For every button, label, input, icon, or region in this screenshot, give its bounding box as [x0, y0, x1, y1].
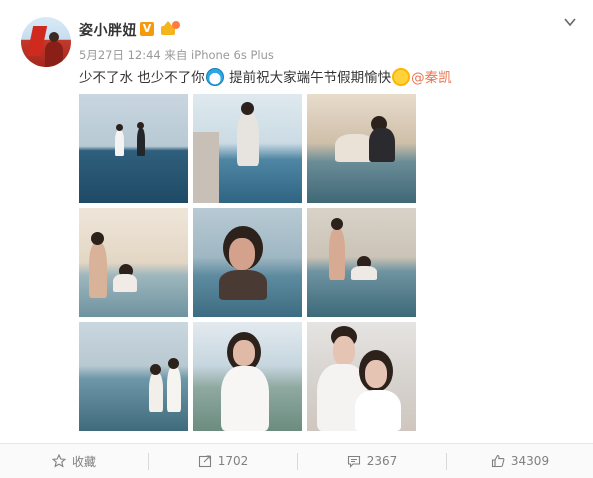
chevron-down-icon[interactable] [563, 15, 577, 29]
photo-8[interactable] [193, 322, 302, 431]
share-icon [198, 455, 211, 468]
post-timestamp[interactable]: 5月27日 12:44 [79, 48, 161, 62]
thumbs-up-icon [491, 454, 505, 468]
star-icon [51, 454, 66, 468]
photo-7[interactable] [79, 322, 188, 431]
member-crown-icon [160, 21, 180, 37]
comment-icon [347, 455, 360, 468]
photo-1[interactable] [79, 94, 188, 203]
photo-6[interactable] [307, 208, 416, 317]
like-button[interactable]: 34309 [447, 444, 593, 478]
photo-grid [79, 94, 416, 431]
avatar[interactable] [21, 17, 71, 67]
author-name[interactable]: 姿小胖妞 [79, 20, 137, 40]
repost-button[interactable]: 1702 [149, 444, 297, 478]
post-meta: 5月27日 12:44 来自 iPhone 6s Plus [79, 47, 274, 63]
avatar-figure [45, 32, 63, 67]
like-count: 34309 [510, 454, 550, 468]
weibo-post-card: 姿小胖妞 V 5月27日 12:44 来自 iPhone 6s Plus 少不了… [0, 0, 593, 478]
mention-link[interactable]: @秦凯 [411, 70, 452, 86]
photo-9[interactable] [307, 322, 416, 431]
sun-emoji-icon [392, 68, 411, 86]
verified-badge: V [140, 22, 154, 36]
comment-count: 2367 [366, 454, 398, 468]
doraemon-emoji-icon [205, 68, 224, 86]
post-source: 来自 iPhone 6s Plus [164, 48, 274, 62]
comment-button[interactable]: 2367 [298, 444, 446, 478]
photo-3[interactable] [307, 94, 416, 203]
post-text: 少不了水 也少不了你 提前祝大家端午节假期愉快 @秦凯 [79, 68, 452, 88]
post-text-part1: 少不了水 也少不了你 [79, 70, 205, 86]
favorite-label: 收藏 [71, 454, 96, 469]
action-bar: 收藏 1702 2367 34309 [0, 444, 593, 478]
photo-4[interactable] [79, 208, 188, 317]
repost-count: 1702 [217, 454, 249, 468]
photo-5[interactable] [193, 208, 302, 317]
photo-2[interactable] [193, 94, 302, 203]
post-text-part2: 提前祝大家端午节假期愉快 [229, 70, 392, 86]
favorite-button[interactable]: 收藏 [0, 444, 148, 478]
